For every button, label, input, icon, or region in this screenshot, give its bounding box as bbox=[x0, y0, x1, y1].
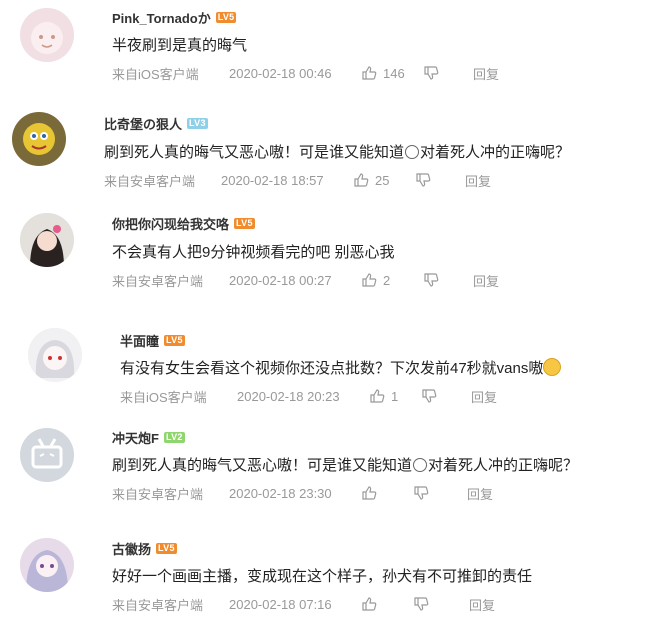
like-button[interactable] bbox=[361, 485, 413, 501]
thumbs-down-icon bbox=[416, 173, 431, 187]
emoji-icon bbox=[413, 458, 428, 472]
client-source: 来自安卓客户端 bbox=[112, 273, 204, 289]
comment-item: 半面瞳 LV5 有没有女生会看这个视频你还没点批数？下次发前47秒就vans嗷 … bbox=[0, 320, 652, 415]
thumbs-up-icon bbox=[362, 66, 377, 80]
dislike-button[interactable] bbox=[415, 172, 465, 188]
dislike-button[interactable] bbox=[413, 485, 467, 501]
comment-text: 好好一个画画主播，变成现在这个样子，孙犬有不可推卸的责任 bbox=[112, 568, 533, 585]
like-count: 2 bbox=[383, 272, 391, 288]
comment-text: 刷到死人真的晦气又恶心嗷！可是谁又能知道 对着死人冲的正嗨呢？ bbox=[112, 455, 578, 477]
reply-button[interactable]: 回复 bbox=[471, 387, 497, 406]
level-badge: LV5 bbox=[215, 11, 237, 23]
username[interactable]: 比奇堡の狠人 bbox=[104, 114, 182, 133]
thumbs-down-icon bbox=[424, 273, 439, 287]
timestamp: 2020-02-18 18:57 bbox=[221, 172, 324, 188]
reply-button[interactable]: 回复 bbox=[473, 64, 499, 83]
thumbs-down-icon bbox=[422, 389, 437, 403]
username[interactable]: Pink_Tornadoか bbox=[112, 8, 211, 27]
like-button[interactable]: 2 bbox=[361, 272, 423, 288]
comment-item: 你把你闪现给我交咯 LV5 不会真有人把9分钟视频看完的吧 别恶心我 来自安卓客… bbox=[0, 205, 652, 300]
avatar[interactable] bbox=[28, 328, 82, 382]
username[interactable]: 古徽扬 bbox=[112, 539, 151, 558]
like-button[interactable]: 25 bbox=[353, 172, 415, 188]
thumbs-down-icon bbox=[424, 66, 439, 80]
level-badge: LV5 bbox=[234, 217, 255, 229]
dislike-button[interactable] bbox=[423, 65, 473, 81]
grin-emoji-icon bbox=[543, 358, 562, 376]
comment-item: 古徽扬 LV5 好好一个画画主播，变成现在这个样子，孙犬有不可推卸的责任 来自安… bbox=[0, 530, 652, 624]
username[interactable]: 半面瞳 bbox=[120, 331, 159, 350]
dislike-button[interactable] bbox=[413, 596, 469, 612]
dislike-button[interactable] bbox=[423, 272, 473, 288]
client-source: 来自安卓客户端 bbox=[104, 173, 196, 189]
like-count: 1 bbox=[391, 388, 399, 404]
username[interactable]: 冲天炮F bbox=[112, 428, 159, 447]
thumbs-up-icon bbox=[370, 389, 385, 403]
avatar[interactable] bbox=[20, 213, 74, 267]
level-badge: LV5 bbox=[164, 334, 185, 346]
comment-text-part: 有没有女生会看这个视频你还没点批数？下次发前47秒就vans嗷 bbox=[120, 360, 544, 377]
level-badge: LV2 bbox=[163, 431, 185, 443]
client-source: 来自iOS客户端 bbox=[120, 389, 207, 405]
timestamp: 2020-02-18 00:46 bbox=[229, 65, 332, 81]
comment-text: 半夜刷到是真的晦气 bbox=[112, 37, 248, 54]
thumbs-down-icon bbox=[414, 597, 429, 611]
reply-button[interactable]: 回复 bbox=[465, 171, 491, 190]
timestamp: 2020-02-18 07:16 bbox=[229, 596, 332, 612]
timestamp: 2020-02-18 20:23 bbox=[237, 388, 340, 404]
avatar[interactable] bbox=[20, 538, 74, 592]
thumbs-down-icon bbox=[414, 486, 429, 500]
comment-text: 不会真有人把9分钟视频看完的吧 别恶心我 bbox=[112, 244, 395, 261]
like-button[interactable] bbox=[361, 596, 413, 612]
comment-text-part: 刷到死人真的晦气又恶心嗷！可是谁又能知道 bbox=[112, 457, 413, 474]
client-source: 来自安卓客户端 bbox=[112, 597, 204, 613]
client-source: 来自安卓客户端 bbox=[112, 486, 204, 502]
comment-text-part: 对着死人冲的正嗨呢？ bbox=[428, 457, 579, 474]
avatar[interactable] bbox=[12, 112, 66, 166]
thumbs-up-icon bbox=[362, 597, 377, 611]
dislike-button[interactable] bbox=[421, 388, 471, 404]
like-count: 25 bbox=[375, 172, 390, 188]
comment-item: 冲天炮F LV2 刷到死人真的晦气又恶心嗷！可是谁又能知道 对着死人冲的正嗨呢？ … bbox=[0, 420, 652, 515]
avatar[interactable] bbox=[20, 428, 74, 482]
thumbs-up-icon bbox=[362, 273, 377, 287]
comment-item: Pink_Tornadoか LV5 半夜刷到是真的晦气 来自iOS客户端 202… bbox=[0, 0, 652, 95]
reply-button[interactable]: 回复 bbox=[473, 271, 499, 290]
reply-button[interactable]: 回复 bbox=[467, 484, 493, 503]
like-button[interactable]: 146 bbox=[361, 65, 423, 81]
client-source: 来自iOS客户端 bbox=[112, 66, 199, 82]
thumbs-up-icon bbox=[362, 486, 377, 500]
comment-text-part: 对着死人冲的正嗨呢？ bbox=[420, 144, 571, 161]
like-button[interactable]: 1 bbox=[369, 388, 421, 404]
thumbs-up-icon bbox=[354, 173, 369, 187]
emoji-icon bbox=[405, 145, 420, 159]
comment-text-part: 刷到死人真的晦气又恶心嗷！可是谁又能知道 bbox=[104, 144, 405, 161]
comment-item: 比奇堡の狠人 LV3 刷到死人真的晦气又恶心嗷！可是谁又能知道 对着死人冲的正嗨呢… bbox=[0, 100, 652, 200]
like-count: 146 bbox=[383, 65, 405, 81]
level-badge: LV5 bbox=[156, 542, 177, 554]
avatar[interactable] bbox=[20, 8, 74, 62]
level-badge: LV3 bbox=[187, 117, 208, 129]
comment-text: 刷到死人真的晦气又恶心嗷！可是谁又能知道 对着死人冲的正嗨呢？ bbox=[104, 142, 570, 164]
reply-button[interactable]: 回复 bbox=[469, 595, 495, 614]
timestamp: 2020-02-18 00:27 bbox=[229, 272, 332, 288]
timestamp: 2020-02-18 23:30 bbox=[229, 485, 332, 501]
comment-text: 有没有女生会看这个视频你还没点批数？下次发前47秒就vans嗷 bbox=[120, 358, 562, 380]
username[interactable]: 你把你闪现给我交咯 bbox=[112, 214, 229, 233]
